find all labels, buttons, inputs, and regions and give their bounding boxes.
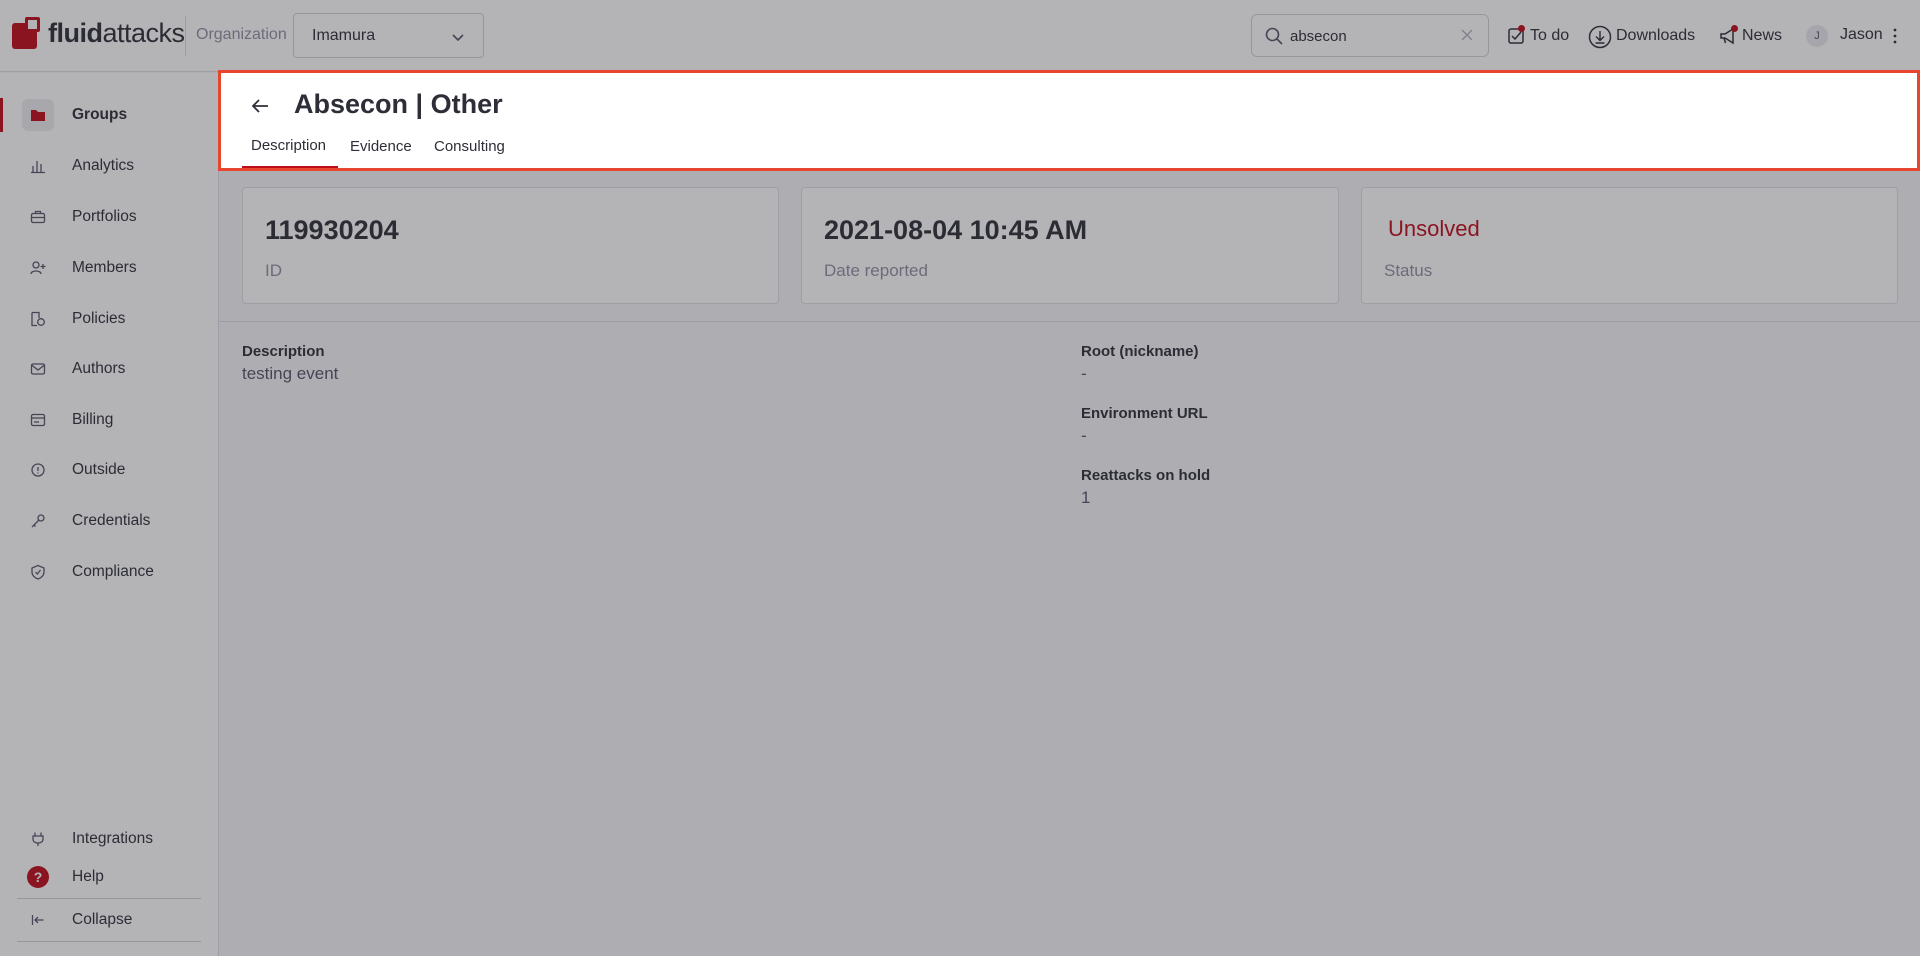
help-icon: ?: [22, 861, 54, 893]
sidebar-item-compliance[interactable]: Compliance: [0, 553, 219, 591]
avatar[interactable]: J: [1806, 25, 1828, 47]
sidebar-item-label: Groups: [72, 106, 128, 123]
sidebar-item-label: Help: [72, 868, 104, 885]
page-title: Absecon | Other: [294, 89, 503, 119]
description-value: testing event: [242, 364, 339, 383]
sidebar: Groups Analytics Portfolios Members Poli…: [0, 73, 219, 956]
organization-value: Imamura: [312, 27, 376, 44]
sidebar-item-label: Analytics: [72, 157, 135, 174]
sidebar-item-groups[interactable]: Groups: [0, 96, 219, 134]
status-card: Unsolved Status: [1361, 187, 1898, 304]
sidebar-item-label: Compliance: [72, 563, 154, 580]
sidebar-item-label: Credentials: [72, 512, 151, 529]
todo-button[interactable]: To do: [1506, 24, 1569, 48]
sidebar-item-label: Collapse: [72, 911, 133, 928]
clear-search-icon[interactable]: [1460, 28, 1474, 42]
sidebar-item-label: Outside: [72, 461, 126, 478]
sidebar-item-label: Billing: [72, 411, 114, 428]
kebab-menu-icon[interactable]: [1893, 28, 1897, 44]
event-id-value: 119930204: [265, 215, 399, 245]
billing-icon: [22, 404, 54, 436]
folder-icon: [22, 99, 54, 131]
tab-consulting[interactable]: Consulting: [434, 138, 505, 155]
event-header: [219, 72, 1920, 170]
todo-icon: [1506, 25, 1528, 47]
sidebar-item-credentials[interactable]: Credentials: [0, 502, 219, 540]
divider: [219, 321, 1920, 322]
policy-icon: [22, 303, 54, 335]
description-label: Description: [242, 343, 325, 360]
briefcase-icon: [22, 201, 54, 233]
date-reported-card: 2021-08-04 10:45 AM Date reported: [801, 187, 1339, 304]
info-circle-icon: [22, 454, 54, 486]
sidebar-item-label: Members: [72, 259, 137, 276]
megaphone-icon: [1718, 25, 1740, 47]
sidebar-item-label: Portfolios: [72, 208, 137, 225]
top-bar: fluidattacks Organization Imamura To do …: [0, 0, 1920, 72]
sidebar-item-integrations[interactable]: Integrations: [0, 820, 219, 858]
sidebar-item-label: Policies: [72, 310, 126, 327]
date-reported-label: Date reported: [824, 261, 928, 280]
back-arrow-icon[interactable]: [248, 94, 272, 118]
tab-evidence[interactable]: Evidence: [350, 138, 412, 155]
search-box[interactable]: [1251, 14, 1489, 57]
download-icon: [1588, 25, 1614, 49]
news-button[interactable]: News: [1718, 24, 1782, 48]
status-value: Unsolved: [1388, 216, 1480, 241]
sidebar-item-billing[interactable]: Billing: [0, 401, 219, 439]
sidebar-item-analytics[interactable]: Analytics: [0, 147, 219, 185]
organization-label: Organization: [196, 26, 287, 43]
sidebar-item-label: Authors: [72, 360, 126, 377]
downloads-button[interactable]: Downloads: [1588, 24, 1696, 49]
status-label: Status: [1384, 261, 1433, 280]
collapse-icon: [22, 904, 54, 936]
sidebar-item-authors[interactable]: Authors: [0, 350, 219, 388]
tab-description[interactable]: Description: [251, 137, 326, 154]
chevron-down-icon: [452, 34, 464, 42]
id-card: 119930204 ID: [242, 187, 779, 304]
date-reported-value: 2021-08-04 10:45 AM: [824, 215, 1088, 245]
root-nickname-label: Root (nickname): [1081, 343, 1199, 360]
notification-dot: [1731, 25, 1738, 32]
event-id-label: ID: [265, 261, 282, 280]
divider: [185, 16, 186, 56]
sidebar-item-members[interactable]: Members: [0, 249, 219, 287]
news-label: News: [1742, 27, 1783, 44]
environment-url-value: -: [1081, 426, 1087, 445]
search-input[interactable]: [1290, 24, 1450, 48]
sidebar-item-label: Integrations: [72, 830, 153, 847]
fluidattacks-logo[interactable]: fluidattacks: [12, 17, 185, 49]
logo-wordmark: fluidattacks: [48, 18, 185, 48]
user-plus-icon: [22, 252, 54, 284]
organization-select[interactable]: Imamura: [293, 13, 484, 58]
sidebar-item-outside[interactable]: Outside: [0, 451, 219, 489]
environment-url-label: Environment URL: [1081, 405, 1208, 422]
sidebar-collapse-button[interactable]: Collapse: [0, 901, 219, 939]
downloads-label: Downloads: [1616, 27, 1696, 44]
sidebar-item-policies[interactable]: Policies: [0, 300, 219, 338]
reattacks-on-hold-value: 1: [1081, 488, 1091, 507]
root-nickname-value: -: [1081, 364, 1087, 383]
logo-icon: [12, 17, 42, 49]
sidebar-item-portfolios[interactable]: Portfolios: [0, 198, 219, 236]
shield-icon: [22, 556, 54, 588]
bar-chart-icon: [22, 150, 54, 182]
key-icon: [22, 505, 54, 537]
search-icon: [1265, 27, 1283, 45]
reattacks-on-hold-label: Reattacks on hold: [1081, 467, 1211, 484]
divider: [17, 898, 201, 899]
plug-icon: [22, 823, 54, 855]
notification-dot: [1518, 25, 1525, 32]
sidebar-item-help[interactable]: ? Help: [0, 858, 219, 896]
active-tab-indicator: [242, 166, 338, 168]
divider: [17, 941, 201, 942]
mail-icon: [22, 353, 54, 385]
todo-label: To do: [1530, 27, 1570, 44]
user-name[interactable]: Jason: [1840, 26, 1883, 44]
